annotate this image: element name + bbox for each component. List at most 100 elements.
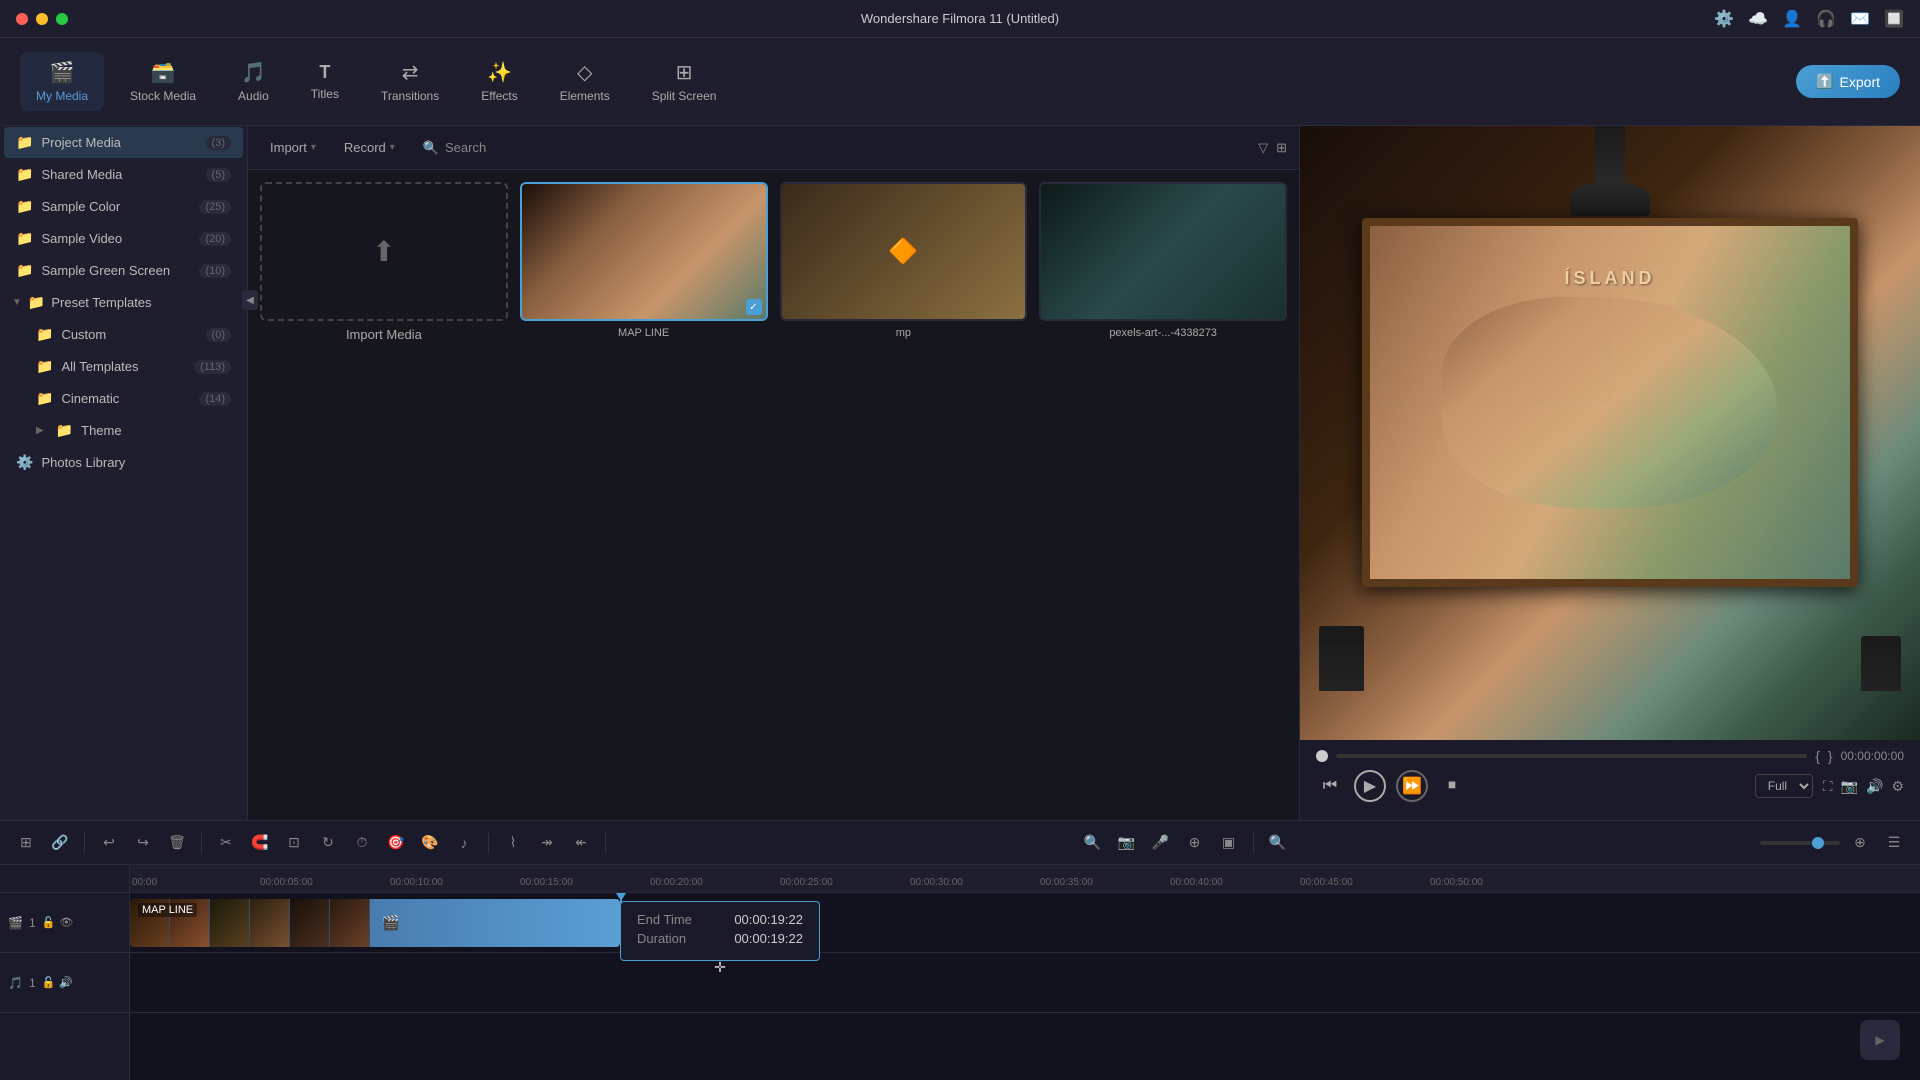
close-button[interactable] [16,13,28,25]
custom-label: Custom [61,327,197,342]
tab-audio[interactable]: 🎵 Audio [222,52,285,111]
record-label: Record [344,140,386,155]
export-button[interactable]: ⬆️ Export [1796,65,1900,98]
media-item-pexels[interactable]: pexels-art-...-4338273 [1039,182,1287,342]
add-track-button[interactable]: ⊞ [12,829,40,857]
sidebar-item-cinematic[interactable]: 📁 Cinematic (14) [4,383,243,414]
map-line-clip[interactable]: 🎬 MAP LINE [130,899,620,947]
tab-transitions[interactable]: ⇄ Transitions [365,52,455,111]
progress-track[interactable] [1336,754,1807,758]
redo-button[interactable]: ↪ [129,829,157,857]
link-button[interactable]: 🔗 [46,829,74,857]
import-media-item[interactable]: ⬆ Import Media [260,182,508,342]
visibility-icon[interactable]: 👁 [59,916,73,929]
cut-button[interactable]: ✂ [212,829,240,857]
audio-merge-button[interactable]: ⊕ [1181,829,1209,857]
backward-button[interactable]: ↞ [567,829,595,857]
tab-elements[interactable]: ◇ Elements [544,52,626,111]
zoom-track[interactable] [1760,841,1840,845]
camera-button[interactable]: 📷 [1113,829,1141,857]
audio-lock-icon[interactable]: 🔓 [42,976,56,989]
user-icon[interactable]: 👤 [1782,9,1802,29]
pip-button[interactable]: ▣ [1215,829,1243,857]
wall-lamp-left [1319,626,1364,691]
minimize-button[interactable] [36,13,48,25]
tab-split-screen[interactable]: ⊞ Split Screen [636,52,733,111]
mic-button[interactable]: 🎤 [1147,829,1175,857]
progress-bar: { } 00:00:00:00 [1316,748,1904,764]
cloud-icon[interactable]: ☁️ [1748,9,1768,29]
speed-button[interactable]: ⏱ [348,829,376,857]
volume-icon[interactable]: 🔊 [1866,778,1883,795]
tab-effects[interactable]: ✨ Effects [465,52,533,111]
support-icon[interactable]: 🎧 [1816,9,1836,29]
sidebar-item-custom[interactable]: 📁 Custom (0) [4,319,243,350]
video-track-number: 1 [29,916,36,930]
zoom-thumb[interactable] [1812,837,1824,849]
magnet-button[interactable]: 🧲 [246,829,274,857]
media-item-mp[interactable]: 🔶 mp [780,182,1028,342]
stabilize-button[interactable]: 🎯 [382,829,410,857]
forward-button[interactable]: ↠ [533,829,561,857]
media-item-map-line[interactable]: ✓ MAP LINE [520,182,768,342]
mail-icon[interactable]: ✉️ [1850,9,1870,29]
sample-color-count: (25) [199,200,231,214]
color-button[interactable]: 🎨 [416,829,444,857]
screenshot-icon[interactable]: 📷 [1841,778,1858,795]
settings-icon[interactable]: ⚙️ [1714,9,1734,29]
pexels-thumbnail[interactable] [1039,182,1287,321]
zoom-out-button[interactable]: ⊕ [1846,829,1874,857]
sidebar-item-project-media[interactable]: 📁 Project Media (3) [4,127,243,158]
undo-button[interactable]: ↩ [95,829,123,857]
sidebar-item-all-templates[interactable]: 📁 All Templates (113) [4,351,243,382]
tab-my-media[interactable]: 🎬 My Media [20,52,104,111]
zoom-in-button[interactable]: 🔍 [1264,829,1292,857]
mp-thumbnail[interactable]: 🔶 [780,182,1028,321]
panel-collapse-button[interactable]: ◀ [242,290,248,310]
ruler-mark-10: 00:00:50:00 [1430,877,1483,888]
folder-icon-9: 📁 [36,390,53,407]
map-line-thumbnail[interactable]: ✓ [520,182,768,321]
tab-effects-label: Effects [481,89,517,103]
rotate-button[interactable]: ↻ [314,829,342,857]
ruler-inner: 00:00 00:00:05:00 00:00:10:00 00:00:15:0… [130,865,1920,892]
lock-icon[interactable]: 🔓 [42,916,56,929]
sidebar-item-theme[interactable]: ▶ 📁 Theme [4,415,243,446]
sidebar-section-preset-templates[interactable]: ▼ 📁 Preset Templates [0,287,247,318]
grid-view-icon[interactable]: ⊞ [1276,140,1287,156]
tab-stock-media[interactable]: 🗃️ Stock Media [114,52,212,111]
forward-play-button[interactable]: ⏩ [1396,770,1428,802]
window-controls[interactable] [16,13,68,25]
maximize-button[interactable] [56,13,68,25]
sidebar-item-sample-green-screen[interactable]: 📁 Sample Green Screen (10) [4,255,243,286]
filter-icon[interactable]: ▽ [1258,140,1268,156]
import-button[interactable]: Import ▾ [260,136,326,159]
progress-handle[interactable] [1316,750,1328,762]
selected-check-icon: ✓ [746,299,762,315]
play-pause-button[interactable]: ▶ [1354,770,1386,802]
cinematic-count: (14) [199,392,231,406]
stop-button[interactable]: ⏹ [1438,772,1466,800]
audio-mute-icon[interactable]: 🔊 [59,976,73,989]
collapse-icon: ◀ [246,295,248,306]
tab-titles[interactable]: T Titles [295,54,355,109]
record-button[interactable]: Record ▾ [334,136,405,159]
search-box[interactable]: 🔍 Search [413,136,496,160]
layout-button[interactable]: ☰ [1880,829,1908,857]
chevron-right-icon: ▶ [36,425,44,436]
rewind-button[interactable]: ⏮ [1316,772,1344,800]
quality-select[interactable]: Full [1755,774,1813,798]
sidebar-item-photos-library[interactable]: ⚙️ Photos Library [4,447,243,478]
settings-icon-preview[interactable]: ⚙ [1891,778,1904,795]
fullscreen-icon[interactable]: ⛶ [1823,778,1833,795]
sidebar-item-sample-video[interactable]: 📁 Sample Video (20) [4,223,243,254]
audio-tl-button[interactable]: ♪ [450,829,478,857]
zoom-fit-button[interactable]: 🔍 [1079,829,1107,857]
delete-button[interactable]: 🗑 [163,829,191,857]
crop-button[interactable]: ⊡ [280,829,308,857]
profile-icon[interactable]: 🔲 [1884,9,1904,29]
folder-icon-5: 📁 [16,262,33,279]
sidebar-item-sample-color[interactable]: 📁 Sample Color (25) [4,191,243,222]
split-button[interactable]: ⌇ [499,829,527,857]
sidebar-item-shared-media[interactable]: 📁 Shared Media (5) [4,159,243,190]
